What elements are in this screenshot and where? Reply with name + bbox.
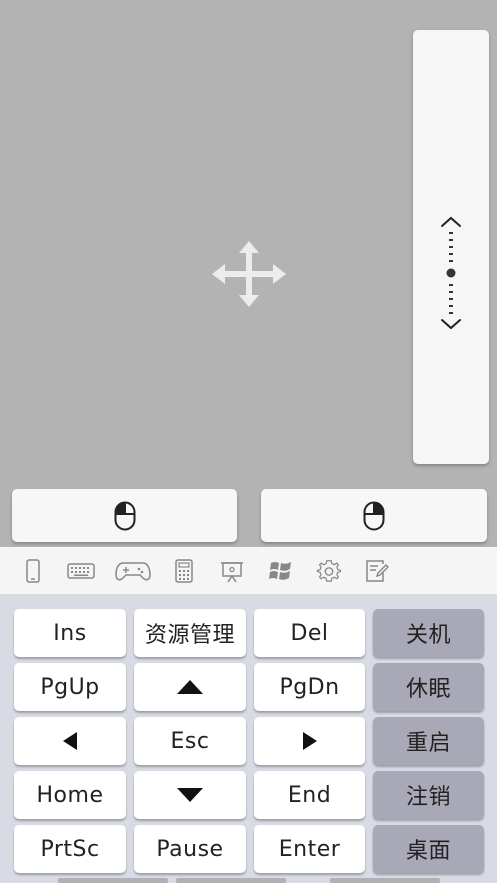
key-label: 关机: [405, 623, 451, 648]
home-key[interactable]: Home: [14, 771, 126, 819]
move-arrows-icon: [212, 241, 286, 307]
key-label: PgDn: [279, 674, 340, 700]
next-row-peek: [330, 878, 440, 883]
mouse-right-icon: [363, 501, 385, 530]
prtsc-key[interactable]: PrtSc: [14, 825, 126, 873]
key-label: 注销: [405, 785, 451, 810]
key-label: PgUp: [40, 674, 100, 700]
key-label: Esc: [170, 728, 210, 754]
scroll-wheel-strip[interactable]: [413, 30, 489, 464]
tab-gamepad[interactable]: [114, 557, 152, 585]
tab-presentation[interactable]: [220, 557, 244, 585]
presentation-icon: [221, 562, 243, 583]
right-mouse-button[interactable]: [261, 489, 487, 542]
triangle-up-icon: [177, 680, 203, 694]
down-arrow-key[interactable]: [134, 771, 246, 819]
key-label: 休眠: [405, 677, 451, 702]
key-label: 重启: [405, 731, 451, 756]
phone-icon: [26, 559, 40, 583]
key-label: 桌面: [405, 839, 451, 864]
pgdn-key[interactable]: PgDn: [254, 663, 365, 711]
explorer-key[interactable]: 资源管理: [134, 609, 246, 657]
key-label: Ins: [53, 620, 87, 646]
esc-key[interactable]: Esc: [134, 717, 246, 765]
pgup-key[interactable]: PgUp: [14, 663, 126, 711]
left-mouse-button[interactable]: [12, 489, 237, 542]
gamepad-icon: [115, 562, 151, 581]
tab-settings[interactable]: [315, 557, 343, 585]
windows-icon: [269, 562, 291, 580]
tab-windows[interactable]: [267, 557, 295, 585]
key-label: Del: [290, 620, 329, 646]
triangle-right-icon: [302, 732, 317, 750]
function-keypad: Ins 资源管理 Del 关机 PgUp PgDn 休眠 Esc 重启 Home…: [0, 595, 497, 883]
calculator-icon: [175, 559, 193, 583]
touchpad-area[interactable]: [0, 0, 497, 547]
notes-icon: [366, 560, 389, 582]
triangle-left-icon: [63, 732, 77, 750]
pause-key[interactable]: Pause: [134, 825, 246, 873]
triangle-down-icon: [177, 788, 203, 802]
gear-icon: [316, 560, 342, 582]
restart-key[interactable]: 重启: [373, 717, 484, 765]
key-label: Home: [36, 782, 104, 808]
sleep-key[interactable]: 休眠: [373, 663, 484, 711]
logout-key[interactable]: 注销: [373, 771, 484, 819]
ins-key[interactable]: Ins: [14, 609, 126, 657]
mouse-left-icon: [114, 501, 135, 530]
tab-keyboard[interactable]: [66, 557, 96, 585]
next-row-peek: [58, 878, 168, 883]
scroll-icon: [441, 216, 461, 330]
key-label: Pause: [156, 836, 224, 862]
enter-key[interactable]: Enter: [254, 825, 365, 873]
right-arrow-key[interactable]: [254, 717, 365, 765]
shutdown-key[interactable]: 关机: [373, 609, 484, 657]
keyboard-icon: [67, 563, 95, 579]
key-label: Enter: [278, 836, 341, 862]
tab-phone[interactable]: [22, 557, 44, 585]
tab-notes[interactable]: [364, 557, 390, 585]
end-key[interactable]: End: [254, 771, 365, 819]
tab-calculator[interactable]: [174, 557, 194, 585]
desktop-key[interactable]: 桌面: [373, 825, 484, 873]
key-label: PrtSc: [40, 836, 100, 862]
next-row-peek: [176, 878, 286, 883]
key-label: End: [287, 782, 332, 808]
up-arrow-key[interactable]: [134, 663, 246, 711]
del-key[interactable]: Del: [254, 609, 365, 657]
left-arrow-key[interactable]: [14, 717, 126, 765]
mode-tab-bar: [0, 547, 497, 595]
key-label: 资源管理: [144, 623, 235, 648]
